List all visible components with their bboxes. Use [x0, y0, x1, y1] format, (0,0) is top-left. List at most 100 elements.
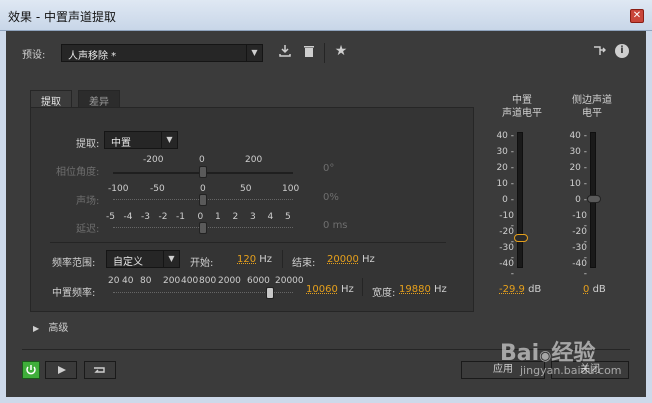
- start-field[interactable]: 120 Hz: [237, 254, 272, 265]
- preset-value: 人声移除 *: [68, 51, 117, 62]
- delay-tick: -4: [123, 212, 133, 222]
- meter-tick: 20 -: [569, 163, 587, 173]
- center-freq-tick: 800: [199, 276, 217, 286]
- delete-preset-button[interactable]: [301, 44, 317, 60]
- delay-tick: -3: [141, 212, 150, 222]
- window-titlebar: 效果 - 中置声道提取 ✕: [0, 0, 652, 31]
- meter-tick: 40 -: [496, 131, 514, 141]
- side-meter-thumb[interactable]: [587, 195, 601, 203]
- watermark-logo: Bai◉经验: [500, 341, 596, 366]
- extract-value: 中置: [111, 138, 131, 149]
- meter-tick: 0 -: [502, 195, 514, 205]
- phase-label: 相位角度:: [56, 167, 100, 178]
- center-meter-value[interactable]: -29.9 dB: [499, 284, 541, 295]
- chevron-down-icon: ▼: [163, 251, 179, 267]
- meter-tick: 0 -: [575, 195, 587, 205]
- phase-tick: -200: [143, 155, 164, 165]
- meter-tick: 20 -: [496, 163, 514, 173]
- loop-button[interactable]: [84, 361, 116, 379]
- meter-tick: 40 -: [569, 131, 587, 141]
- pan-tick: -100: [108, 184, 129, 194]
- center-freq-tick: 80: [140, 276, 152, 286]
- pan-tick: 100: [282, 184, 300, 194]
- pan-tick: 0: [200, 184, 206, 194]
- pan-label: 声场:: [76, 196, 100, 207]
- loop-icon: [94, 367, 105, 373]
- advanced-label: 高级: [48, 323, 69, 334]
- advanced-toggle[interactable]: ▶ 高级: [33, 319, 68, 334]
- end-label: 结束:: [292, 258, 316, 269]
- phase-value[interactable]: 0°: [323, 163, 334, 174]
- frame-left-edge: [0, 31, 6, 403]
- extract-dropdown[interactable]: 中置 ▼: [104, 131, 178, 149]
- delay-tick: 4: [267, 212, 274, 222]
- delay-value[interactable]: 0 ms: [323, 220, 348, 231]
- center-meter-thumb[interactable]: [514, 234, 528, 242]
- width-label: 宽度:: [372, 288, 396, 299]
- delay-label: 延迟:: [76, 224, 100, 235]
- watermark-url: jingyan.baidu.com: [520, 364, 622, 377]
- width-field[interactable]: 19880 Hz: [399, 284, 447, 295]
- center-freq-separator: [362, 278, 363, 296]
- freq-separator: [282, 250, 283, 268]
- freq-range-value: 自定义: [113, 257, 143, 268]
- info-icon: i: [620, 45, 624, 56]
- meter-tick: 10 -: [569, 179, 587, 189]
- close-window-button[interactable]: ✕: [630, 9, 644, 23]
- save-preset-button[interactable]: [277, 44, 293, 60]
- meter-tick: 10 -: [496, 179, 514, 189]
- center-freq-field[interactable]: 10060 Hz: [306, 284, 354, 295]
- center-meter-title: 中置 声道电平: [502, 95, 542, 119]
- routing-button[interactable]: [592, 44, 608, 60]
- trash-icon: [304, 46, 314, 57]
- play-button[interactable]: [45, 361, 77, 379]
- delay-tick: -2: [158, 212, 168, 222]
- freq-range-dropdown[interactable]: 自定义 ▼: [106, 250, 180, 268]
- power-button[interactable]: [22, 361, 40, 379]
- preset-dropdown[interactable]: 人声移除 * ▼: [61, 44, 263, 62]
- pan-tick: -50: [150, 184, 165, 194]
- favorite-button[interactable]: ★: [333, 43, 349, 59]
- frame-bottom-edge: [0, 397, 652, 403]
- center-freq-slider-thumb[interactable]: [266, 287, 274, 299]
- triangle-right-icon: ▶: [33, 324, 40, 333]
- center-freq-tick: 2000: [218, 276, 241, 286]
- center-freq-label: 中置频率:: [52, 288, 96, 299]
- center-meter-scale: 40 -30 -20 -10 -0 - -10 - -20 - -30 - -40 -: [494, 131, 518, 279]
- power-icon: [26, 365, 36, 375]
- delay-tick: 0: [197, 212, 204, 222]
- center-freq-tick: 40: [122, 276, 134, 286]
- play-icon: [58, 366, 66, 374]
- frame-right-edge: [646, 31, 652, 403]
- phase-slider-thumb[interactable]: [199, 166, 207, 178]
- delay-tick: -5: [106, 212, 115, 222]
- tab-difference[interactable]: 差异: [78, 90, 120, 108]
- center-meter-bar: [517, 132, 523, 268]
- delay-slider-thumb[interactable]: [199, 222, 207, 234]
- preset-label: 预设:: [22, 50, 46, 61]
- side-meter-value[interactable]: 0 dB: [583, 284, 606, 295]
- pan-slider-thumb[interactable]: [199, 194, 207, 206]
- meter-tick: 30 -: [569, 147, 587, 157]
- toolbar-separator: [324, 43, 325, 63]
- end-field[interactable]: 20000 Hz: [327, 254, 375, 265]
- tab-extract[interactable]: 提取: [30, 90, 72, 108]
- meter-tick: 30 -: [496, 147, 514, 157]
- delay-tick: 2: [232, 212, 239, 222]
- delay-tick: 1: [215, 212, 221, 222]
- center-freq-tick: 20000: [275, 276, 304, 286]
- delay-tick: 3: [250, 212, 256, 222]
- pan-tick: 50: [240, 184, 252, 194]
- start-label: 开始:: [190, 258, 214, 269]
- panel-separator: [50, 242, 446, 243]
- center-freq-ticks: 20 40 80 200 400 800 2000 6000 20000: [108, 276, 308, 286]
- chevron-down-icon: ▼: [246, 45, 262, 61]
- delay-tick: -1: [176, 212, 185, 222]
- info-button[interactable]: i: [615, 44, 629, 58]
- window-title: 效果 - 中置声道提取: [8, 10, 116, 24]
- extract-label: 提取:: [76, 139, 100, 150]
- phase-tick: 200: [245, 155, 263, 165]
- pan-value[interactable]: 0%: [323, 192, 339, 203]
- center-freq-tick: 200: [163, 276, 181, 286]
- delay-ticks: -5 -4 -3 -2 -1 0 1 2 3 4 5: [106, 212, 300, 222]
